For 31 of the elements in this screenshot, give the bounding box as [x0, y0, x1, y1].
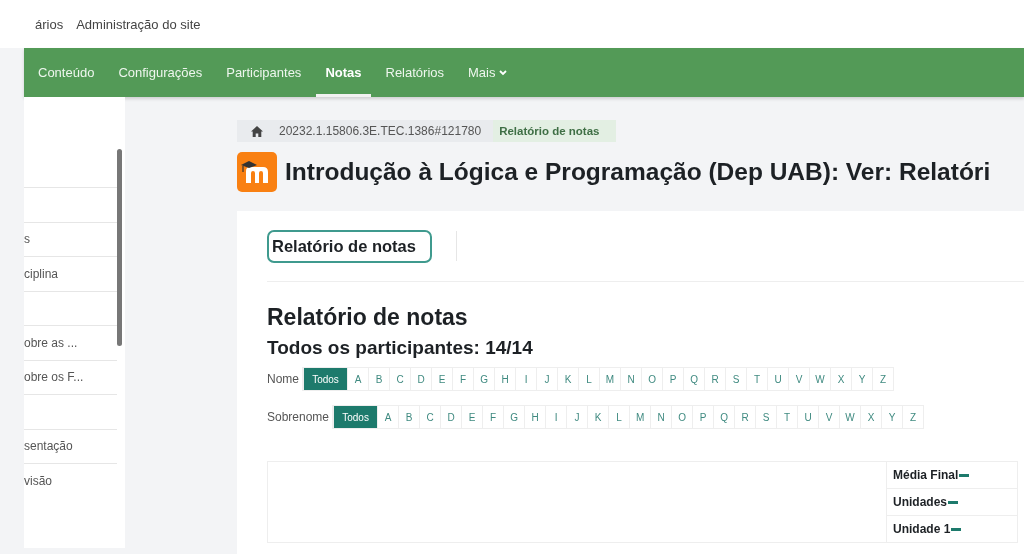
- course-logo-icon: [237, 152, 277, 192]
- report-selector[interactable]: Relatório de notas: [267, 229, 432, 263]
- breadcrumb-link[interactable]: Relatório de notas: [493, 120, 616, 142]
- participants-count: Todos os participantes: 14/14: [267, 337, 534, 359]
- filter-label: Nome: [267, 372, 299, 386]
- top-link[interactable]: ários: [35, 16, 64, 32]
- filter-label: Sobrenome: [267, 410, 330, 424]
- collapse-icon[interactable]: [959, 473, 970, 477]
- column-header: Unidade 1: [893, 522, 951, 536]
- scrollbar[interactable]: [117, 149, 122, 346]
- breadcrumb-link[interactable]: 20232.1.15806.3E.TEC.1386#121780: [273, 120, 494, 142]
- collapse-icon[interactable]: [948, 500, 958, 504]
- caret-icon: [499, 69, 508, 76]
- nav-tab[interactable]: Conteúdo: [29, 48, 104, 97]
- column-header: Média Final: [893, 468, 959, 482]
- top-link[interactable]: Administração do site: [76, 16, 201, 32]
- report-heading: Relatório de notas: [267, 304, 469, 331]
- collapse-icon[interactable]: [951, 527, 962, 531]
- column-header: Unidades: [893, 495, 947, 509]
- nav-tab[interactable]: Relatórios: [376, 48, 454, 97]
- sidebar-item[interactable]: sentação: [24, 428, 117, 463]
- nav-tab[interactable]: Participantes: [217, 48, 311, 97]
- sidebar-item[interactable]: obre os F...: [24, 359, 117, 394]
- nav-tab[interactable]: Mais: [459, 48, 517, 97]
- initial-filter-button[interactable]: Todos: [333, 406, 378, 428]
- sidebar-item[interactable]: visão: [24, 463, 117, 498]
- nav-tab[interactable]: Notas: [316, 48, 371, 97]
- page-title: Introdução à Lógica e Programação (Dep UAB): Ver: Relatóri: [285, 158, 991, 186]
- nav-tab[interactable]: Configurações: [109, 48, 212, 97]
- initial-filter-button[interactable]: Todos: [303, 368, 347, 390]
- home-icon[interactable]: [251, 125, 263, 137]
